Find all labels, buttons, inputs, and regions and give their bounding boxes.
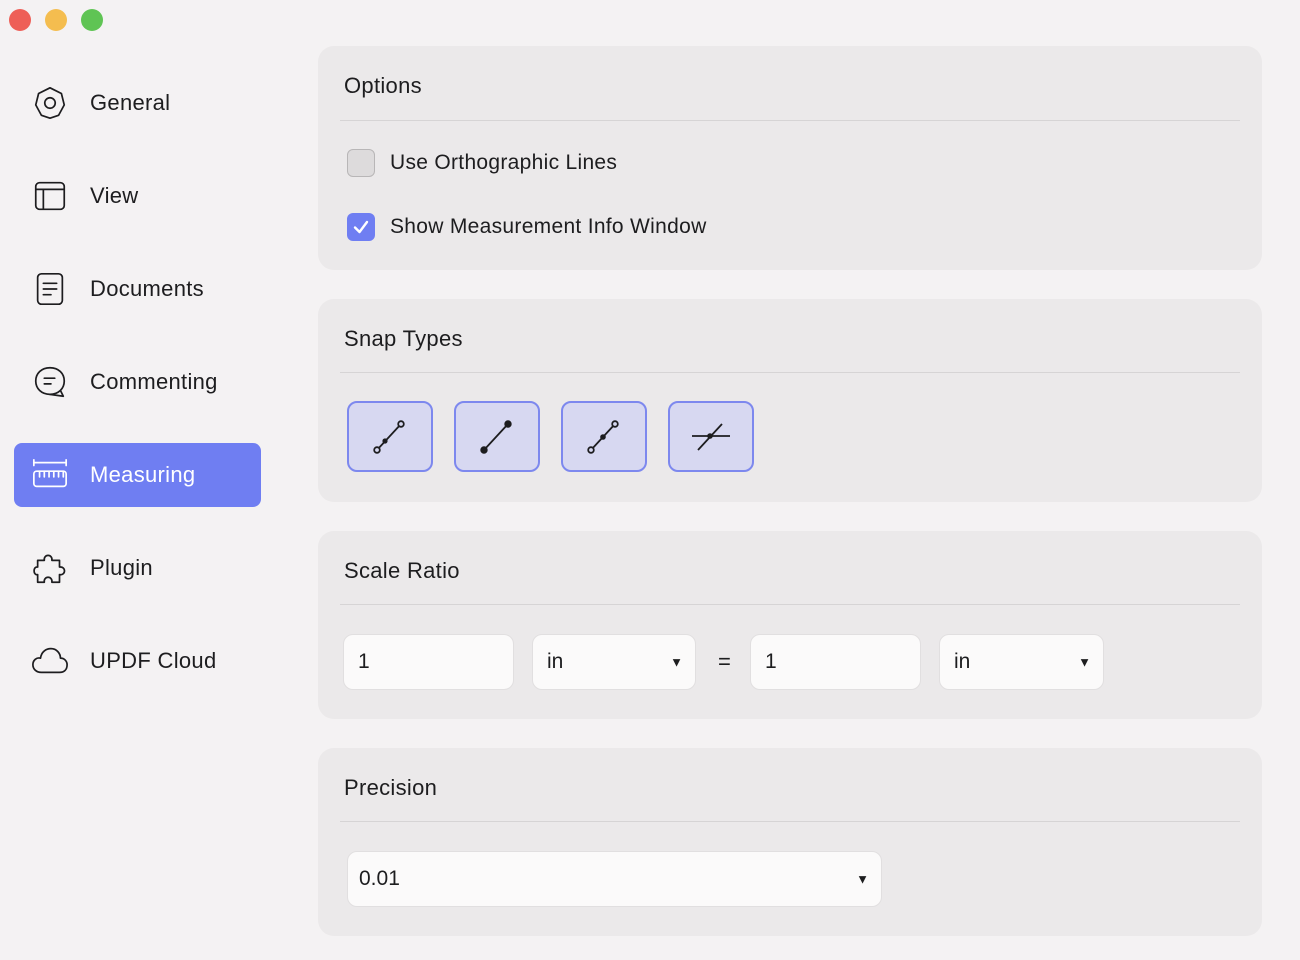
sidebar-item-measuring[interactable]: Measuring [14, 443, 261, 507]
sidebar-item-commenting[interactable]: Commenting [14, 350, 261, 414]
measurement-info-checkbox[interactable] [347, 213, 375, 241]
snap-path-icon [480, 419, 512, 454]
cloud-icon [30, 641, 70, 681]
dropdown-arrow-icon: ▼ [856, 871, 869, 887]
sidebar-item-documents[interactable]: Documents [14, 257, 261, 321]
sidebar-item-view[interactable]: View [14, 164, 261, 228]
snap-intersection-icon [692, 422, 730, 451]
dropdown-arrow-icon: ▼ [1078, 654, 1091, 670]
scale-right-value-input[interactable]: 1 [750, 634, 921, 690]
orthographic-lines-option[interactable]: Use Orthographic Lines [347, 149, 617, 177]
measurement-info-label: Show Measurement Info Window [390, 215, 707, 238]
precision-divider [340, 821, 1240, 822]
sidebar-item-plugin[interactable]: Plugin [14, 536, 261, 600]
sidebar-item-label: Commenting [90, 369, 218, 394]
sidebar-item-label: Plugin [90, 555, 153, 580]
gear-icon [30, 83, 70, 123]
precision-panel: Precision 0.01 ▼ [318, 748, 1262, 936]
minimize-window-button[interactable] [45, 9, 67, 31]
checkmark-icon [353, 220, 369, 234]
sidebar-item-label: Documents [90, 276, 204, 301]
sidebar: General View Documents Commenting Measur… [14, 71, 261, 722]
options-divider [340, 120, 1240, 121]
dropdown-arrow-icon: ▼ [670, 654, 683, 670]
orthographic-lines-label: Use Orthographic Lines [390, 151, 618, 174]
snap-path-button[interactable] [454, 401, 540, 472]
window-controls [9, 9, 103, 31]
options-panel: Options Use Orthographic Lines Show Meas… [318, 46, 1262, 270]
close-window-button[interactable] [9, 9, 31, 31]
sidebar-item-label: Measuring [90, 462, 196, 487]
snap-endpoint-icon [373, 419, 405, 454]
sidebar-item-label: UPDF Cloud [90, 648, 217, 673]
comment-icon [30, 362, 70, 402]
snap-midpoint-icon [587, 419, 619, 454]
snap-endpoint-button[interactable] [347, 401, 433, 472]
puzzle-icon [30, 548, 70, 588]
zoom-window-button[interactable] [81, 9, 103, 31]
precision-title: Precision [344, 775, 438, 800]
scale-ratio-title: Scale Ratio [344, 558, 460, 583]
document-icon [30, 269, 70, 309]
scale-left-value-input[interactable]: 1 [343, 634, 514, 690]
snap-intersection-button[interactable] [668, 401, 754, 472]
scale-left-unit-select[interactable]: in ▼ [532, 634, 696, 690]
orthographic-lines-checkbox[interactable] [347, 149, 375, 177]
scale-ratio-panel: Scale Ratio 1 in ▼ = 1 in ▼ [318, 531, 1262, 719]
sidebar-item-label: General [90, 90, 171, 115]
snap-midpoint-button[interactable] [561, 401, 647, 472]
scale-ratio-divider [340, 604, 1240, 605]
sidebar-item-updf-cloud[interactable]: UPDF Cloud [14, 629, 261, 693]
precision-select[interactable]: 0.01 ▼ [347, 851, 882, 907]
snap-types-panel: Snap Types [318, 299, 1262, 502]
measurement-info-option[interactable]: Show Measurement Info Window [347, 213, 707, 241]
options-title: Options [344, 73, 422, 98]
scale-right-unit-select[interactable]: in ▼ [939, 634, 1104, 690]
scale-left-unit-value: in [547, 650, 564, 673]
sidebar-item-label: View [90, 183, 139, 208]
scale-right-unit-value: in [954, 650, 971, 673]
ruler-icon [30, 455, 70, 495]
precision-value: 0.01 [359, 867, 400, 890]
sidebar-item-general[interactable]: General [14, 71, 261, 135]
equals-sign: = [718, 649, 731, 674]
snap-types-divider [340, 372, 1240, 373]
snap-types-title: Snap Types [344, 326, 463, 351]
layout-icon [30, 176, 70, 216]
